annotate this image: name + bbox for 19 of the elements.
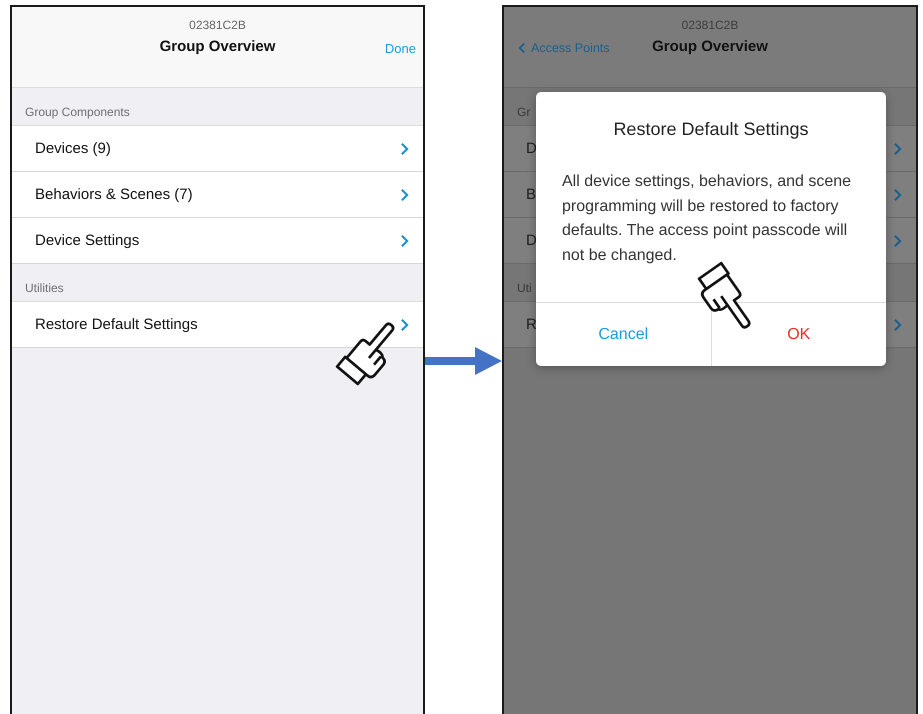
chevron-icon: [400, 318, 409, 332]
device-id: 02381C2B: [680, 17, 740, 32]
chevron-icon: [400, 142, 409, 156]
chevron-icon: [893, 234, 902, 248]
list-item[interactable]: Behaviors & Scenes (7): [12, 172, 423, 218]
list-item[interactable]: Restore Default Settings: [12, 302, 423, 348]
chevron-icon: [893, 318, 902, 332]
arrow-icon: [425, 345, 502, 377]
dialog-message: All device settings, behaviors, and scene programming will be restored to factory defaults. The access point passcode will not be changed.: [562, 172, 852, 266]
device-id: 02381C2B: [188, 17, 247, 32]
chevron-icon: [400, 188, 409, 202]
chevron-icon: [400, 234, 409, 248]
list-item[interactable]: Device Settings: [12, 218, 423, 264]
chevron-icon: [893, 188, 902, 202]
screen-title: Group Overview: [160, 38, 276, 55]
list-item[interactable]: Devices (9): [12, 126, 423, 172]
back-chevron-icon: [518, 42, 526, 54]
chevron-icon: [893, 142, 902, 156]
screen-title: Group Overview: [652, 38, 768, 55]
